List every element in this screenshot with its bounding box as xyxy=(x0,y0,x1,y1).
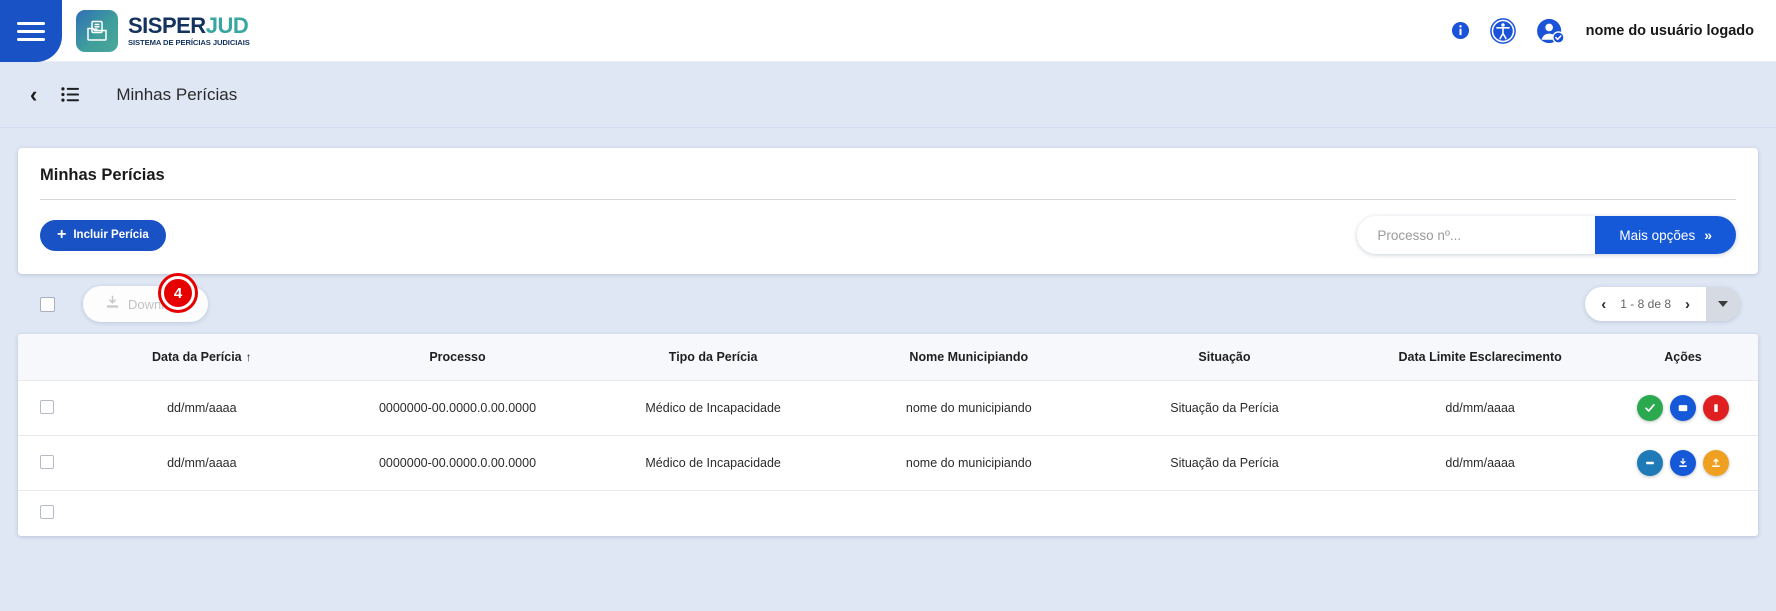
card-actions-row: + Incluir Perícia Mais opções » xyxy=(40,216,1736,254)
search-group: Mais opções » xyxy=(1357,216,1736,254)
plus-icon: + xyxy=(57,226,67,243)
documents-folder-icon xyxy=(76,9,118,52)
add-pericia-button[interactable]: + Incluir Perícia xyxy=(40,219,166,251)
table-body: dd/mm/aaaa 0000000-00.0000.0.00.0000 Méd… xyxy=(18,380,1758,536)
cell-data-limite: dd/mm/aaaa xyxy=(1352,380,1608,436)
logo-title: SISPERJUD xyxy=(128,12,249,38)
more-options-button[interactable]: Mais opções » xyxy=(1595,216,1736,254)
table-header-row: Data da Perícia ↑ Processo Tipo da Períci… xyxy=(18,334,1758,381)
breadcrumb: ‹ Minhas Perícias xyxy=(0,62,1776,128)
pericias-table-card: Data da Perícia ↑ Processo Tipo da Períci… xyxy=(18,334,1758,536)
page-title: Minhas Perícias xyxy=(40,166,165,184)
chevron-double-right-icon: » xyxy=(1704,227,1712,243)
row-checkbox-cell xyxy=(18,490,74,536)
logo-title-part1: SISPER xyxy=(128,12,206,38)
search-input[interactable] xyxy=(1357,216,1596,254)
pericias-table: Data da Perícia ↑ Processo Tipo da Períci… xyxy=(18,334,1758,536)
column-header-data-limite[interactable]: Data Limite Esclarecimento xyxy=(1352,334,1608,381)
column-header-acoes: Ações xyxy=(1664,350,1702,364)
upload-action-button[interactable] xyxy=(1703,450,1729,476)
cell-data-limite xyxy=(1352,490,1608,536)
cell-nome-municipiando: nome do municipiando xyxy=(840,435,1097,491)
table-row[interactable] xyxy=(18,490,1758,536)
more-options-label: Mais opções xyxy=(1619,227,1696,243)
info-icon[interactable] xyxy=(1451,21,1470,40)
logo-subtitle: SISTEMA DE PERÍCIAS JUDICIAIS xyxy=(128,37,250,47)
row-checkbox[interactable] xyxy=(40,505,54,519)
approve-action-button[interactable] xyxy=(1637,395,1663,421)
table-head: Data da Perícia ↑ Processo Tipo da Períci… xyxy=(18,334,1758,381)
table-row[interactable]: dd/mm/aaaa 0000000-00.0000.0.00.0000 Méd… xyxy=(18,380,1758,436)
row-checkbox-cell xyxy=(18,435,74,491)
pagination-next-button[interactable]: › xyxy=(1685,296,1690,313)
cell-data-pericia: dd/mm/aaaa xyxy=(74,380,330,436)
user-avatar-verified-icon[interactable] xyxy=(1536,18,1566,44)
row-checkbox[interactable] xyxy=(40,454,54,469)
column-label: Data da Perícia xyxy=(152,350,242,364)
cell-data-pericia xyxy=(74,490,330,536)
breadcrumb-title: Minhas Perícias xyxy=(116,84,238,104)
select-all-checkbox[interactable] xyxy=(40,296,55,312)
user-name-label: nome do usuário logado xyxy=(1585,22,1754,39)
cell-situacao: Situação da Perícia xyxy=(1096,380,1353,436)
cell-tipo-pericia: Médico de Incapacidade xyxy=(585,435,841,491)
header-right-group: nome do usuário logado xyxy=(1451,17,1776,44)
perícias-card: Minhas Perícias + Incluir Perícia Mais o… xyxy=(18,148,1758,274)
column-header-nome-municipiando[interactable]: Nome Municipiando xyxy=(841,334,1097,381)
row-checkbox[interactable] xyxy=(40,399,54,414)
edit-action-button[interactable] xyxy=(1637,450,1663,476)
pagination-dropdown-button[interactable] xyxy=(1706,287,1740,321)
annotation-badge-4: 4 xyxy=(158,273,198,313)
divider xyxy=(40,199,1736,200)
cell-nome-municipiando: nome do municipiando xyxy=(840,380,1097,436)
column-header-data-pericia[interactable]: Data da Perícia ↑ xyxy=(74,334,330,381)
cell-processo: 0000000-00.0000.0.00.0000 xyxy=(329,435,586,491)
column-header-tipo-pericia[interactable]: Tipo da Perícia xyxy=(585,334,841,381)
column-header-checkbox xyxy=(18,334,74,381)
cell-data-pericia: dd/mm/aaaa xyxy=(74,435,330,491)
cell-processo xyxy=(329,490,586,536)
logo-title-part2: JUD xyxy=(205,12,249,38)
hamburger-menu-icon xyxy=(17,21,45,41)
pagination-label: 1 - 8 de 8 xyxy=(1620,297,1671,311)
cell-situacao xyxy=(1096,490,1353,536)
app-logo: SISPERJUD SISTEMA DE PERÍCIAS JUDICIAIS xyxy=(76,9,250,52)
app-header: SISPERJUD SISTEMA DE PERÍCIAS JUDICIAIS xyxy=(0,0,1776,62)
list-icon[interactable] xyxy=(61,86,80,103)
download-action-button[interactable] xyxy=(1670,450,1696,476)
cell-processo: 0000000-00.0000.0.00.0000 xyxy=(329,380,586,436)
delete-action-button[interactable] xyxy=(1703,395,1729,421)
message-action-button[interactable] xyxy=(1670,395,1696,421)
table-toolbar: Download 4 ‹ 1 - 8 de 8 › xyxy=(18,273,1758,334)
sort-ascending-icon: ↑ xyxy=(245,350,252,364)
card-header: Minhas Perícias + Incluir Perícia Mais o… xyxy=(18,148,1758,274)
chevron-left-icon[interactable]: ‹ xyxy=(30,83,37,106)
pagination: ‹ 1 - 8 de 8 › xyxy=(1585,287,1740,321)
add-pericia-label: Incluir Perícia xyxy=(73,229,149,241)
download-icon xyxy=(105,295,120,313)
column-header-situacao[interactable]: Situação xyxy=(1097,334,1353,381)
table-row[interactable]: dd/mm/aaaa 0000000-00.0000.0.00.0000 Méd… xyxy=(18,435,1758,491)
cell-tipo-pericia xyxy=(585,490,841,536)
hamburger-menu-button[interactable] xyxy=(0,0,62,62)
page-body: Minhas Perícias + Incluir Perícia Mais o… xyxy=(0,128,1776,611)
cell-situacao: Situação da Perícia xyxy=(1096,435,1353,491)
cell-acoes xyxy=(1608,380,1758,436)
caret-down-icon xyxy=(1718,301,1728,307)
accessibility-icon[interactable] xyxy=(1489,17,1516,44)
column-header-processo[interactable]: Processo xyxy=(330,334,586,381)
cell-nome-municipiando xyxy=(840,490,1097,536)
pagination-prev-button[interactable]: ‹ xyxy=(1601,296,1606,313)
cell-acoes xyxy=(1608,435,1758,491)
cell-data-limite: dd/mm/aaaa xyxy=(1352,435,1608,491)
cell-tipo-pericia: Médico de Incapacidade xyxy=(585,380,841,436)
row-checkbox-cell xyxy=(18,380,74,436)
cell-acoes xyxy=(1608,490,1758,536)
